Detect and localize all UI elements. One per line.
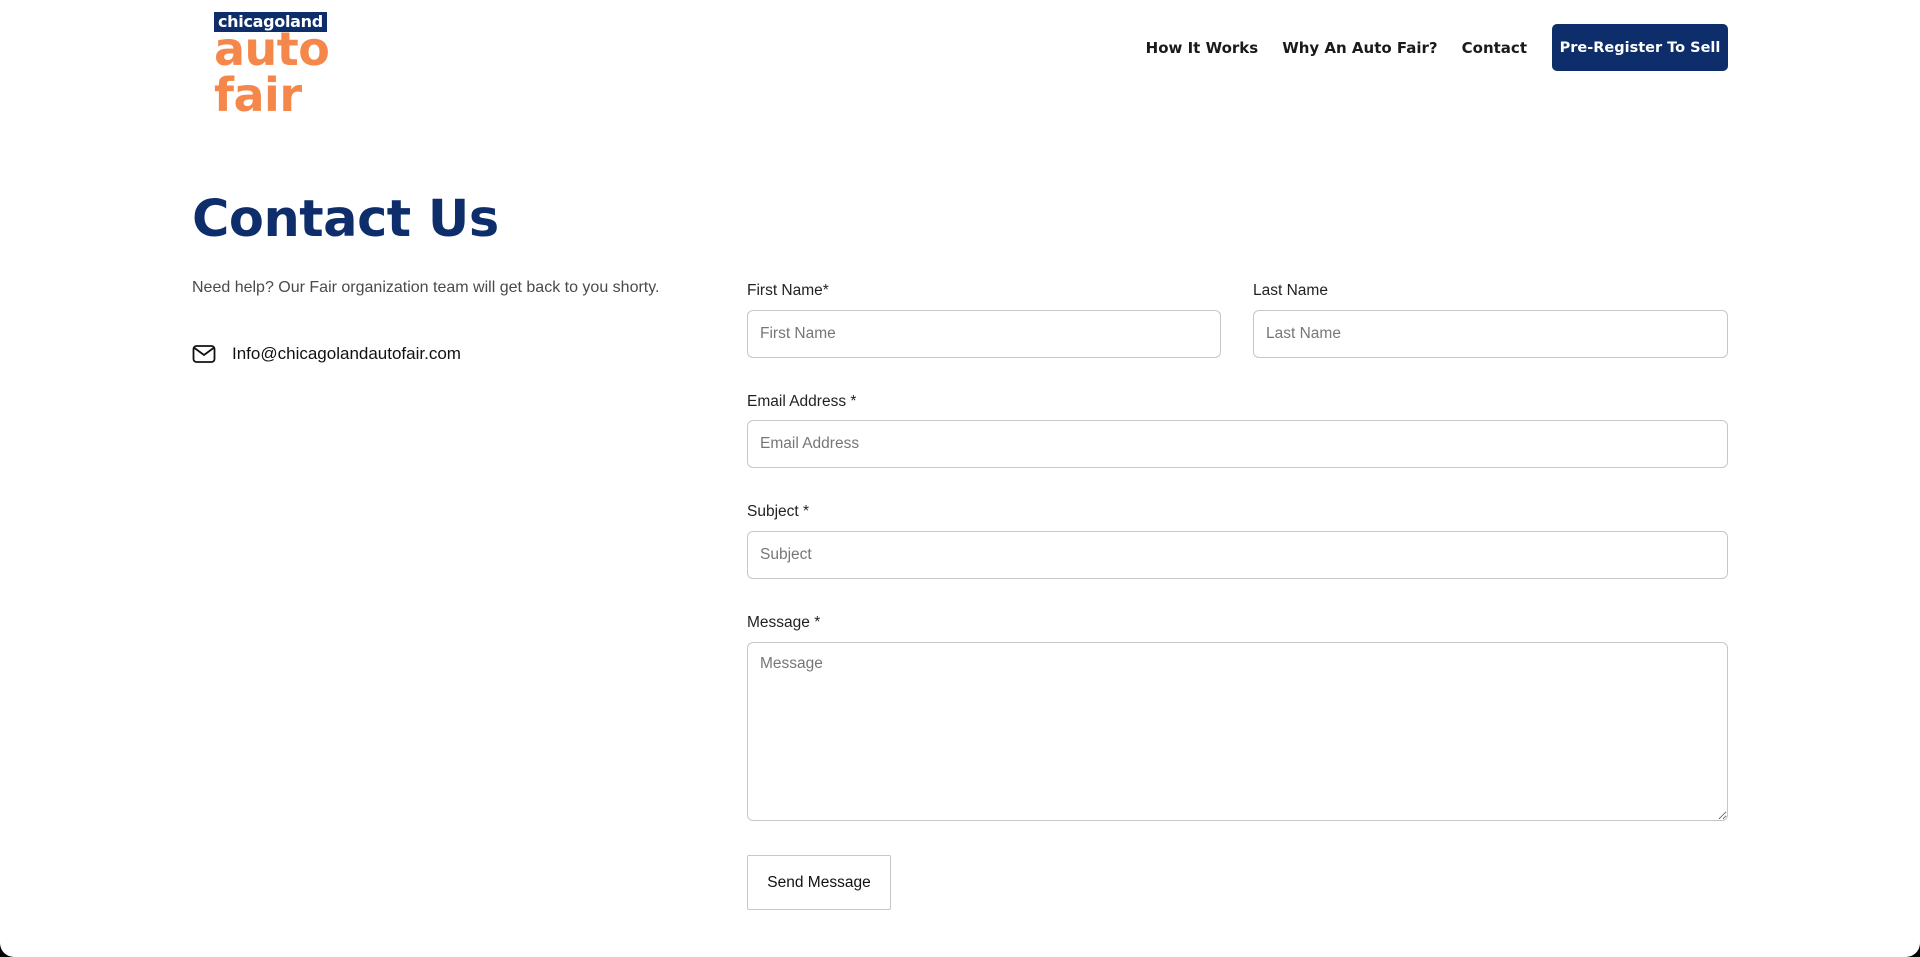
page: chicagoland auto fair How It Works Why A…	[0, 0, 1920, 957]
nav-contact[interactable]: Contact	[1462, 39, 1527, 57]
pre-register-button[interactable]: Pre-Register To Sell	[1552, 24, 1728, 71]
first-name-label: First Name*	[747, 282, 829, 299]
message-textarea[interactable]	[747, 642, 1728, 821]
last-name-input[interactable]	[1253, 310, 1728, 358]
nav-why-an-auto-fair[interactable]: Why An Auto Fair?	[1282, 39, 1437, 57]
logo-auto-fair: auto fair	[214, 22, 330, 122]
message-label: Message *	[747, 614, 821, 631]
nav-how-it-works[interactable]: How It Works	[1146, 39, 1259, 57]
subject-label: Subject *	[747, 503, 810, 520]
site-logo[interactable]: chicagoland auto fair	[214, 12, 422, 118]
page-title: Contact Us	[192, 190, 499, 249]
intro-text: Need help? Our Fair organization team wi…	[192, 279, 660, 296]
contact-email-row: Info@chicagolandautofair.com	[192, 342, 461, 366]
main-nav: How It Works Why An Auto Fair? Contact P…	[1146, 24, 1728, 71]
contact-email-link[interactable]: Info@chicagolandautofair.com	[232, 344, 461, 364]
email-field[interactable]	[747, 420, 1728, 468]
first-name-input[interactable]	[747, 310, 1221, 358]
send-message-button[interactable]: Send Message	[747, 855, 891, 910]
subject-input[interactable]	[747, 531, 1728, 579]
last-name-label: Last Name	[1253, 282, 1328, 299]
mail-icon	[192, 342, 216, 366]
email-label: Email Address *	[747, 393, 857, 410]
